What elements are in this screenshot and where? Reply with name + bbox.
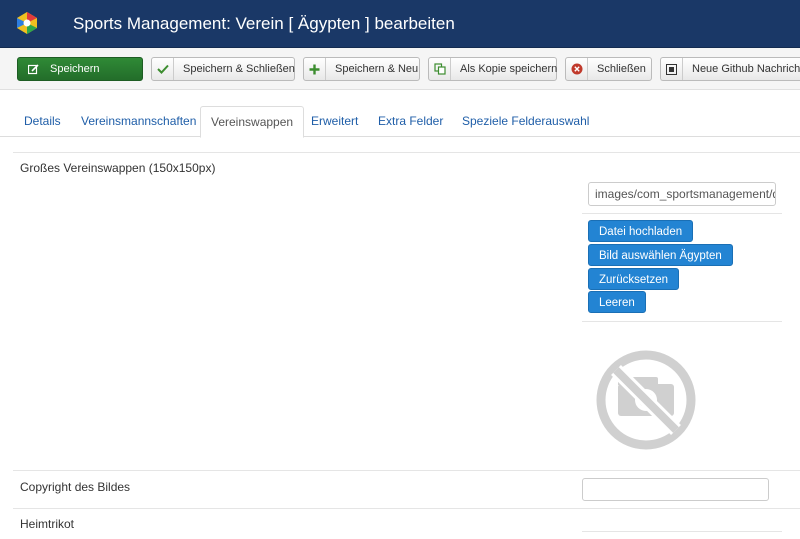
plus-icon — [304, 58, 326, 80]
github-icon — [661, 58, 683, 80]
check-icon — [152, 58, 174, 80]
copyright-label: Copyright des Bildes — [20, 480, 131, 494]
clear-button[interactable]: Leeren — [588, 291, 646, 313]
divider — [13, 470, 800, 471]
edit-icon — [18, 58, 48, 80]
save-copy-label: Als Kopie speichern — [460, 63, 558, 75]
save-close-label: Speichern & Schließen — [183, 63, 295, 75]
tab-bar: Details Vereinsmannschaften Vereinswappe… — [0, 106, 800, 138]
save-button[interactable]: Speichern — [17, 57, 143, 81]
no-image-icon — [596, 350, 696, 450]
divider — [582, 531, 782, 532]
copyright-field[interactable] — [582, 478, 769, 501]
reset-button[interactable]: Zurücksetzen — [588, 268, 680, 290]
save-new-button[interactable]: Speichern & Neu — [303, 57, 420, 81]
tab-details[interactable]: Details — [24, 106, 61, 137]
tab-club-logo[interactable]: Vereinswappen — [200, 106, 305, 138]
divider — [582, 321, 782, 322]
divider — [13, 508, 800, 509]
save-new-label: Speichern & Neu — [335, 63, 419, 75]
page-title: Sports Management: Verein [ Ägypten ] be… — [73, 14, 455, 33]
divider — [582, 213, 782, 214]
save-copy-button[interactable]: Als Kopie speichern — [428, 57, 557, 81]
save-label: Speichern — [50, 63, 100, 75]
upload-button[interactable]: Datei hochladen — [588, 220, 694, 242]
github-button[interactable]: Neue Github Nachricht — [660, 57, 800, 81]
close-circle-icon — [566, 58, 588, 80]
tab-extra-fields[interactable]: Extra Felder — [378, 106, 443, 137]
logo-label: Großes Vereinswappen (150x150px) — [20, 161, 216, 175]
save-close-button[interactable]: Speichern & Schließen — [151, 57, 295, 81]
divider — [13, 152, 800, 153]
app-header: Sports Management: Verein [ Ägypten ] be… — [0, 0, 800, 48]
tab-club-teams[interactable]: Vereinsmannschaften — [81, 106, 196, 137]
toolbar: Speichern Speichern & Schließen Speicher… — [0, 48, 800, 90]
copy-icon — [429, 58, 451, 80]
logo-path-field[interactable]: images/com_sportsmanagement/da — [588, 182, 776, 206]
tab-advanced[interactable]: Erweitert — [311, 106, 358, 137]
home-jersey-label: Heimtrikot — [20, 517, 75, 531]
close-button[interactable]: Schließen — [565, 57, 652, 81]
tab-special-fields[interactable]: Speziele Felderauswahl — [462, 106, 589, 137]
app-logo-icon — [17, 12, 37, 34]
close-label: Schließen — [597, 63, 646, 75]
github-label: Neue Github Nachricht — [692, 63, 800, 75]
select-image-button[interactable]: Bild auswählen Ägypten — [588, 244, 733, 266]
